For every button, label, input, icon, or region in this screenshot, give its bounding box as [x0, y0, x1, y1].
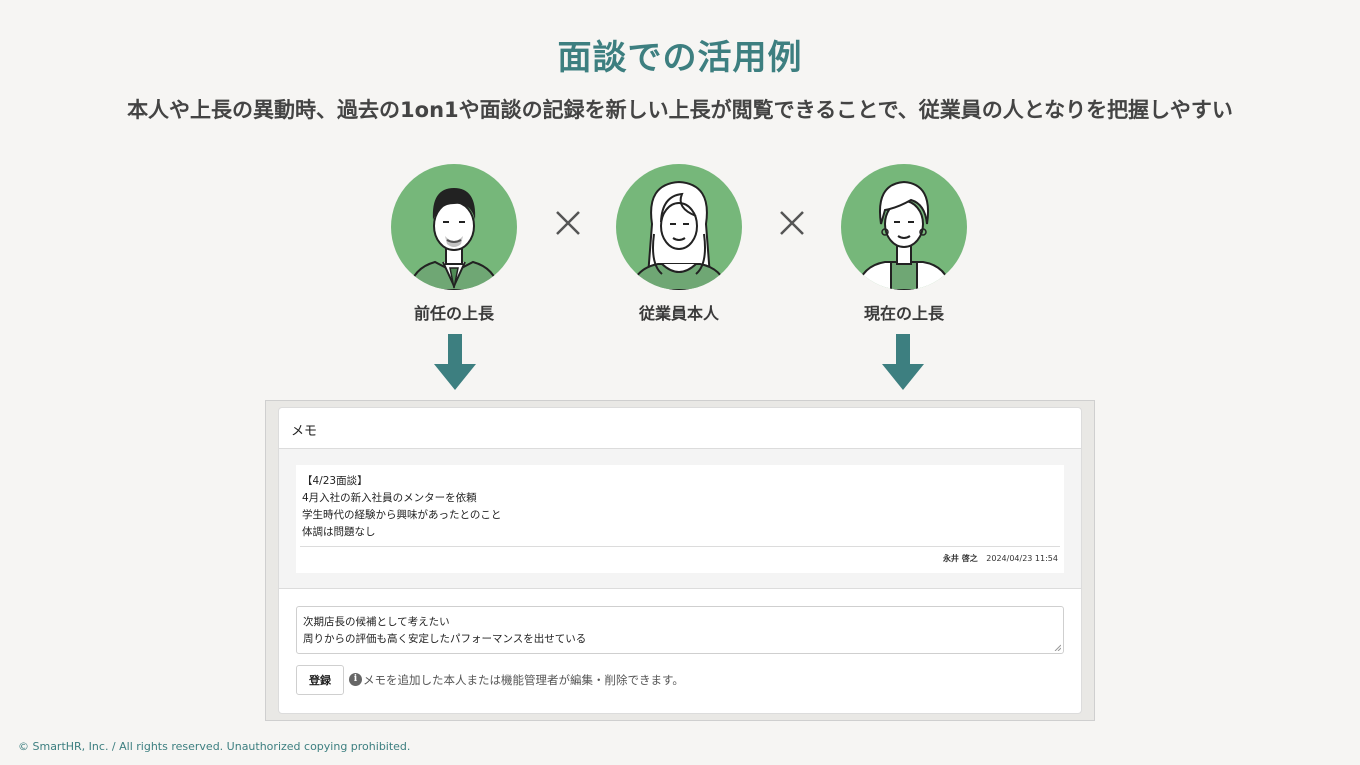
memo-line: 体調は問題なし [302, 526, 376, 538]
memo-input-line: 次期店長の候補として考えたい [303, 616, 450, 628]
arrow-down-icon [434, 334, 476, 390]
memo-line: 学生時代の経験から興味があったとのこと [302, 509, 502, 521]
female-manager-icon [841, 164, 967, 290]
person-label-employee: 従業員本人 [638, 304, 719, 323]
memo-input[interactable]: 次期店長の候補として考えたい 周りからの評価も高く安定したパフォーマンスを出せて… [296, 606, 1064, 654]
copyright: © SmartHR, Inc. / All rights reserved. U… [18, 740, 411, 753]
times-icon [556, 211, 580, 235]
info-icon: i [349, 673, 362, 686]
page-subtitle: 本人や上長の異動時、過去の1on1や面談の記録を新しい上長が閲覧できることで、従… [127, 98, 1233, 122]
memo-entry: 【4/23面談】 4月入社の新入社員のメンターを依頼 学生時代の経験から興味があ… [296, 465, 1064, 573]
memo-meta: 永井 啓之 2024/04/23 11:54 [943, 553, 1058, 564]
memo-line: 4月入社の新入社員のメンターを依頼 [302, 492, 477, 504]
memo-card: メモ 【4/23面談】 4月入社の新入社員のメンターを依頼 学生時代の経験から興… [278, 407, 1082, 714]
page-title: 面談での活用例 [557, 38, 803, 78]
submit-button[interactable]: 登録 [296, 665, 344, 695]
female-employee-icon [616, 164, 742, 290]
person-label-previous-manager: 前任の上長 [413, 304, 494, 323]
memo-hint: メモを追加した本人または機能管理者が編集・削除できます。 [363, 673, 684, 687]
resize-grip-icon[interactable] [1054, 644, 1061, 651]
memo-input-line: 周りからの評価も高く安定したパフォーマンスを出せている [303, 633, 587, 645]
divider [300, 546, 1060, 547]
memo-timestamp: 2024/04/23 11:54 [986, 554, 1058, 563]
memo-header: メモ [279, 408, 1081, 449]
male-manager-icon [391, 164, 517, 290]
times-icon [780, 211, 804, 235]
memo-screenshot-frame: メモ 【4/23面談】 4月入社の新入社員のメンターを依頼 学生時代の経験から興… [265, 400, 1095, 721]
memo-line: 【4/23面談】 [302, 475, 368, 487]
arrow-down-icon [882, 334, 924, 390]
person-label-current-manager: 現在の上長 [863, 304, 944, 323]
memo-list: 【4/23面談】 4月入社の新入社員のメンターを依頼 学生時代の経験から興味があ… [279, 449, 1081, 589]
memo-author: 永井 啓之 [942, 554, 978, 563]
